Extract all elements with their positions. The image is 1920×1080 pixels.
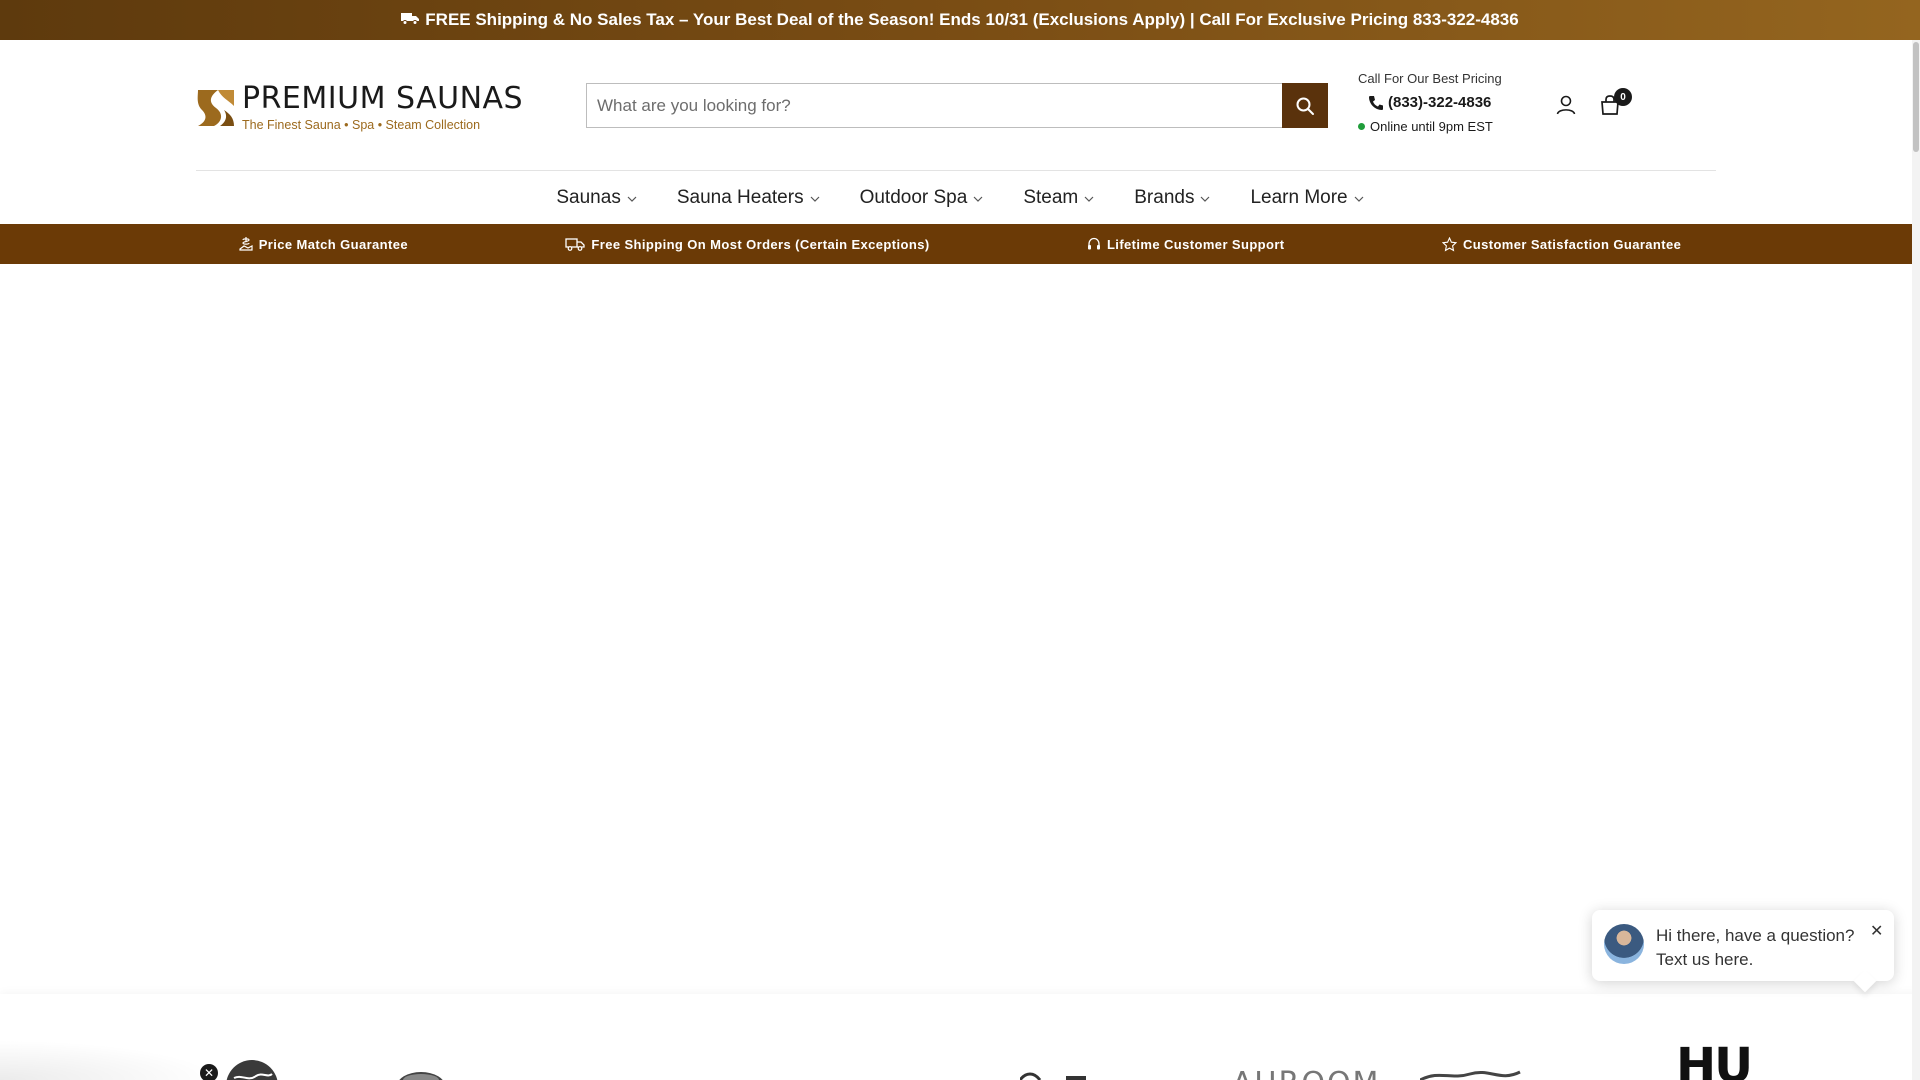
trust-item-label: Lifetime Customer Support xyxy=(1106,236,1285,252)
trust-item-free-shipping: Free Shipping On Most Orders (Certain Ex… xyxy=(565,237,929,252)
chevron-down-icon xyxy=(1201,196,1210,202)
phone-link[interactable]: (833)-322-4836 xyxy=(1358,94,1528,111)
phone-number: (833)-322-4836 xyxy=(1388,94,1492,111)
main-nav: Saunas Sauna Heaters Outdoor Spa Steam B… xyxy=(0,171,1920,224)
chat-message-line-1: Hi there, have a question? xyxy=(1656,926,1855,945)
online-status-text: Online until 9pm EST xyxy=(1370,119,1493,134)
trust-item-satisfaction: Customer Satisfaction Guarantee xyxy=(1441,236,1682,252)
logo-mark-icon xyxy=(197,90,234,126)
brand-logo-hu: HU xyxy=(1676,1038,1753,1080)
chat-widget[interactable]: Hi there, have a question? Text us here.… xyxy=(1592,910,1894,981)
trust-item-price-match: Price Match Guarantee xyxy=(239,236,408,252)
nav-item-label: Steam xyxy=(1023,186,1079,208)
star-icon xyxy=(1441,236,1457,251)
nav-item-sauna-heaters[interactable]: Sauna Heaters xyxy=(677,187,820,209)
promo-close-button[interactable]: ✕ xyxy=(200,1064,218,1080)
search-button[interactable] xyxy=(1282,83,1328,128)
truck-icon xyxy=(565,238,586,251)
nav-item-steam[interactable]: Steam xyxy=(1023,187,1094,209)
site-logo[interactable]: PREMIUM SAUNAS The Finest Sauna • Spa • … xyxy=(196,84,523,132)
promo-popup-edge xyxy=(0,1040,220,1080)
chevron-down-icon xyxy=(1354,196,1364,202)
globe-brand-logo xyxy=(226,1060,278,1080)
logo-tagline: The Finest Sauna • Spa • Steam Collectio… xyxy=(242,118,481,132)
chat-message-line-2: Text us here. xyxy=(1656,950,1754,969)
contact-label: Call For Our Best Pricing xyxy=(1358,71,1502,86)
close-icon: ✕ xyxy=(1870,923,1884,940)
nav-item-label: Brands xyxy=(1134,186,1195,208)
nav-item-label: Learn More xyxy=(1250,186,1348,208)
truck-icon xyxy=(401,11,420,30)
headset-icon xyxy=(1087,237,1100,250)
search-icon xyxy=(1296,97,1314,115)
cart-count-badge: 0 xyxy=(1614,88,1632,106)
nav-item-learn-more[interactable]: Learn More xyxy=(1250,186,1364,209)
trust-item-label: Free Shipping On Most Orders (Certain Ex… xyxy=(591,236,930,252)
announcement-text: FREE Shipping & No Sales Tax – Your Best… xyxy=(425,10,1519,29)
search-input[interactable] xyxy=(586,83,1282,128)
logo-name: PREMIUM SAUNAS xyxy=(242,81,524,116)
chat-close-button[interactable]: ✕ xyxy=(1870,921,1883,941)
nav-item-label: Outdoor Spa xyxy=(859,186,968,208)
scrollbar-thumb[interactable] xyxy=(1913,42,1919,152)
nav-item-saunas[interactable]: Saunas xyxy=(556,186,637,209)
sphere-brand-logo xyxy=(399,1072,443,1080)
brand-logo-strip: AUROOM HU xyxy=(0,994,1920,1080)
nav-item-label: Saunas xyxy=(556,186,621,208)
script-brand-logo xyxy=(1420,1070,1521,1080)
chat-agent-avatar xyxy=(1604,924,1644,964)
account-icon[interactable] xyxy=(1555,94,1577,116)
phone-icon xyxy=(1369,95,1383,110)
page-scrollbar[interactable] xyxy=(1912,40,1920,1080)
trust-bar: Price Match Guarantee Free Shipping On M… xyxy=(0,224,1920,264)
nav-item-brands[interactable]: Brands xyxy=(1134,187,1210,209)
chat-message: Hi there, have a question? Text us here. xyxy=(1656,924,1854,972)
nav-item-outdoor-spa[interactable]: Outdoor Spa xyxy=(860,187,984,209)
site-header: PREMIUM SAUNAS The Finest Sauna • Spa • … xyxy=(0,40,1920,170)
close-icon: ✕ xyxy=(203,1066,215,1080)
brand-logo-auroom: AUROOM xyxy=(1232,1066,1380,1080)
brand-logo-partial xyxy=(1020,1072,1086,1080)
nav-item-label: Sauna Heaters xyxy=(676,186,804,208)
price-tag-icon xyxy=(239,237,253,251)
trust-item-support: Lifetime Customer Support xyxy=(1087,237,1285,252)
chevron-down-icon xyxy=(627,196,637,202)
trust-item-label: Price Match Guarantee xyxy=(258,236,408,252)
chevron-down-icon xyxy=(1084,196,1094,202)
trust-item-label: Customer Satisfaction Guarantee xyxy=(1462,236,1682,252)
online-status: Online until 9pm EST xyxy=(1358,119,1528,134)
announcement-bar[interactable]: FREE Shipping & No Sales Tax – Your Best… xyxy=(0,0,1920,40)
chevron-down-icon xyxy=(973,196,983,202)
chevron-down-icon xyxy=(810,196,820,202)
online-dot-icon xyxy=(1358,123,1365,130)
contact-block: Call For Our Best Pricing (833)-322-4836… xyxy=(1358,71,1528,134)
search-bar xyxy=(586,83,1328,128)
